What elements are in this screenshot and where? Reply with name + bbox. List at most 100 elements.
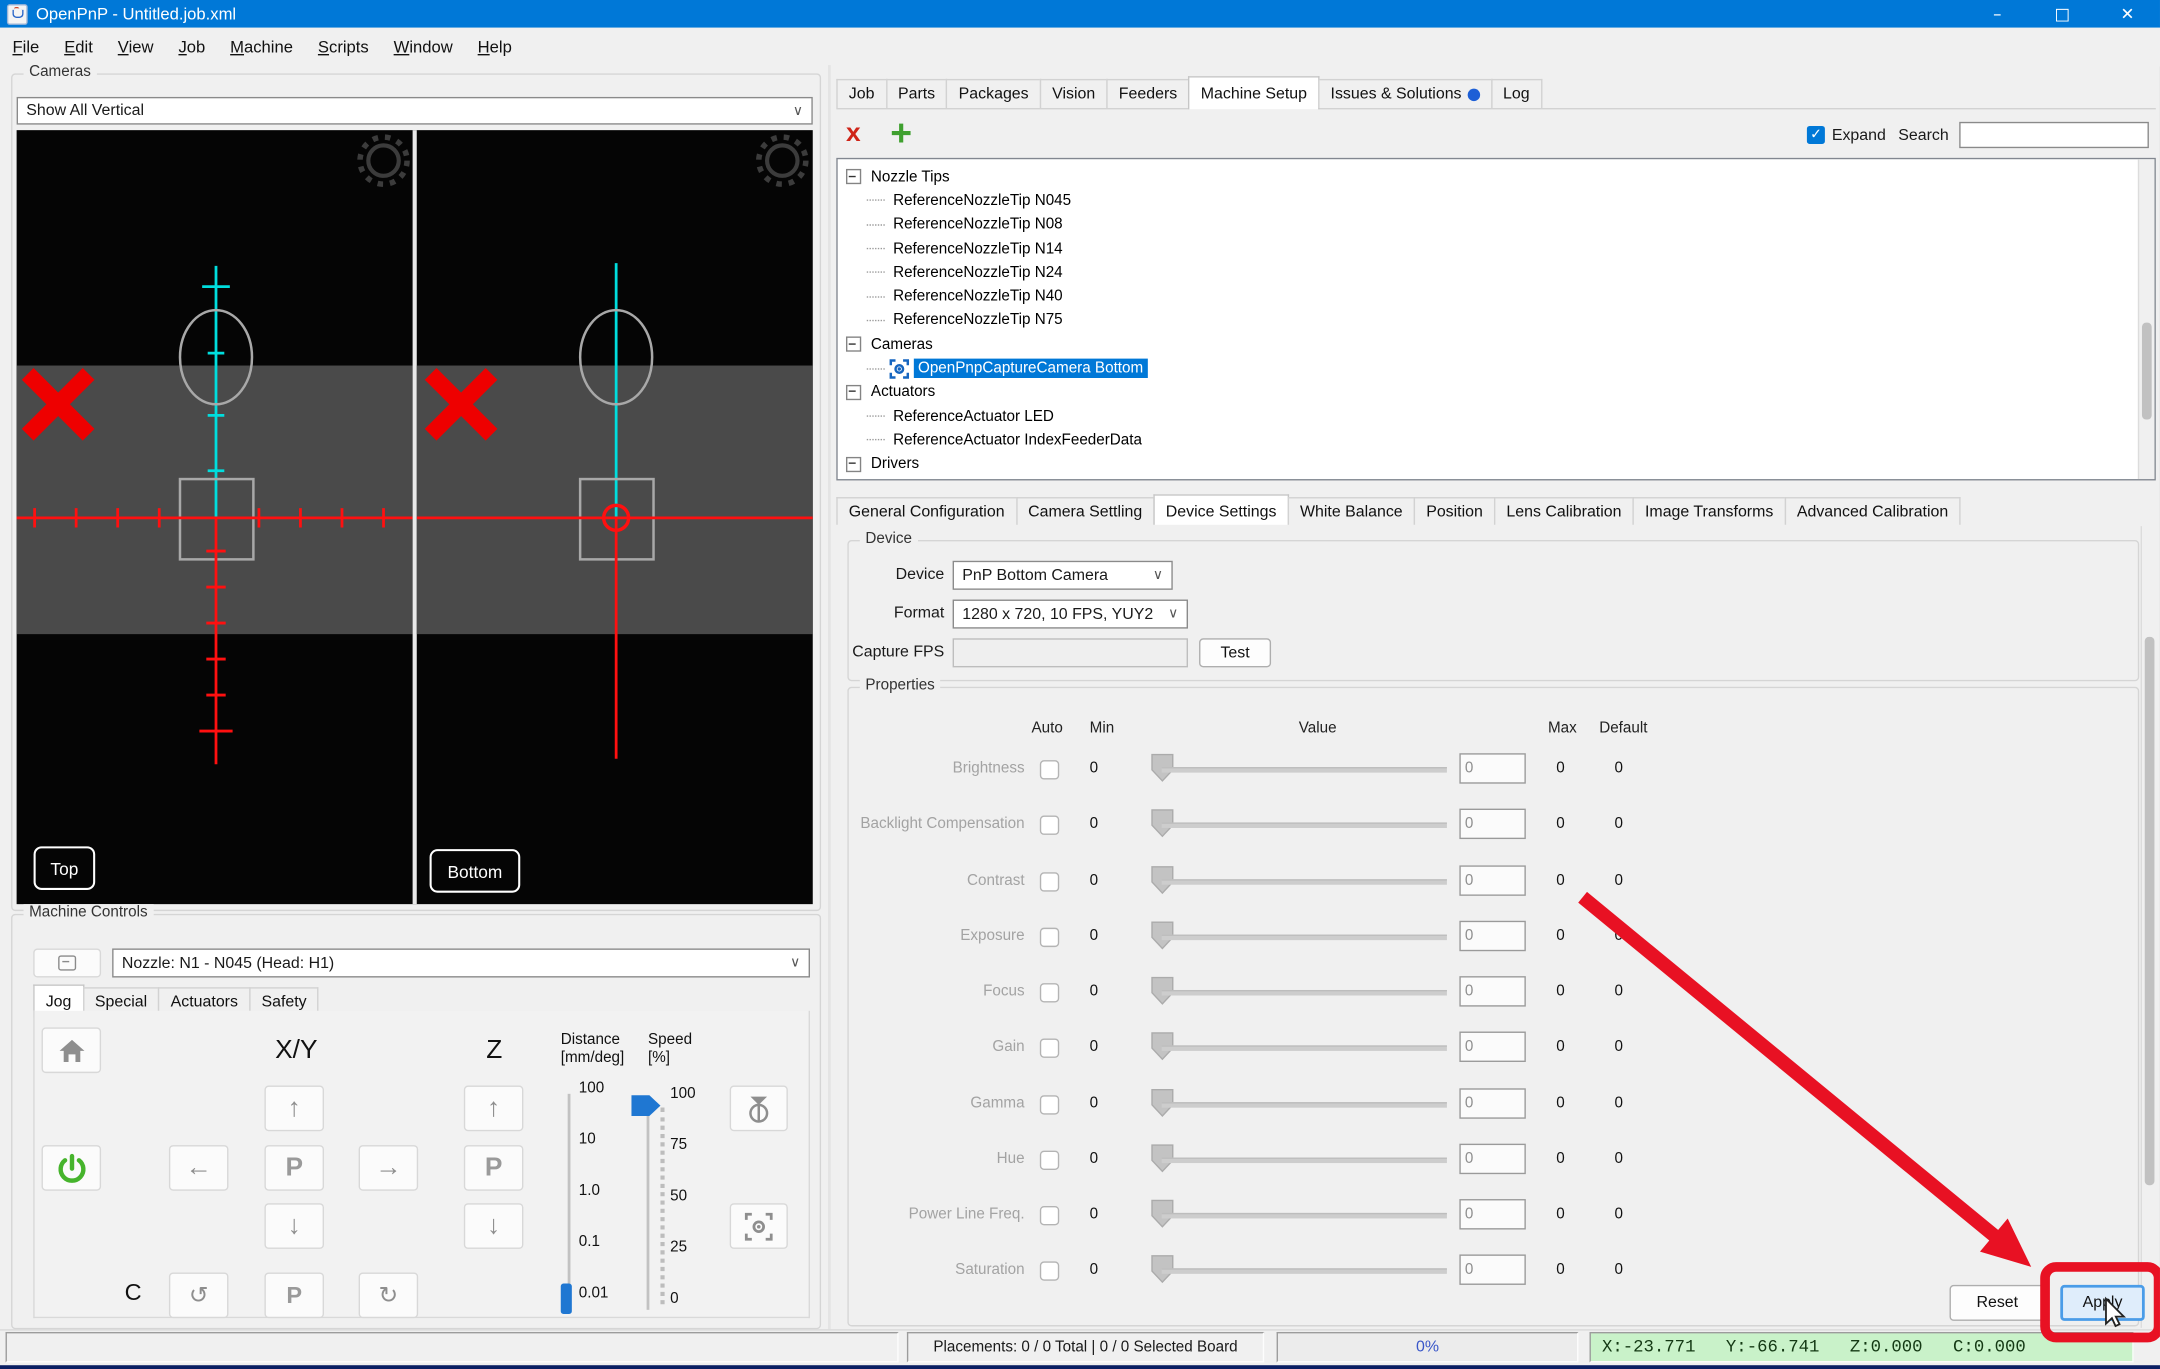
tree-item-drivers[interactable]: Drivers: [838, 452, 2155, 476]
menu-help[interactable]: Help: [465, 33, 524, 61]
jog-z-minus-button[interactable]: ↓: [463, 1203, 524, 1249]
park-c-button[interactable]: P: [264, 1272, 324, 1319]
value-input[interactable]: 0: [1459, 1088, 1526, 1119]
tab-lens-calibration[interactable]: Lens Calibration: [1493, 497, 1634, 527]
apply-button[interactable]: Apply: [2060, 1284, 2145, 1321]
value-input[interactable]: 0: [1459, 1199, 1526, 1230]
menu-edit[interactable]: Edit: [52, 33, 106, 61]
collapse-controls-button[interactable]: [33, 948, 102, 978]
tree-item-actuators[interactable]: Actuators: [838, 380, 2155, 404]
tab-parts[interactable]: Parts: [885, 78, 948, 108]
search-input[interactable]: [1959, 121, 2149, 149]
capture-fps-input[interactable]: [952, 638, 1188, 668]
auto-checkbox[interactable]: [1039, 1205, 1060, 1226]
tab-packages[interactable]: Packages: [946, 78, 1042, 108]
tree-expander-icon[interactable]: [845, 384, 862, 400]
menu-window[interactable]: Window: [381, 33, 465, 61]
tab-feeders[interactable]: Feeders: [1106, 78, 1190, 108]
home-button[interactable]: [41, 1027, 102, 1074]
tree-item-referencenozzletip-n75[interactable]: ReferenceNozzleTip N75: [838, 308, 2155, 332]
speed-slider-thumb[interactable]: [631, 1094, 661, 1118]
auto-checkbox[interactable]: [1039, 1095, 1060, 1115]
tab-general-configuration[interactable]: General Configuration: [836, 497, 1018, 527]
tree-expander-icon[interactable]: [845, 169, 862, 185]
auto-checkbox[interactable]: [1039, 1038, 1060, 1058]
config-scrollbar-thumb[interactable]: [2144, 636, 2155, 1186]
park-xy-button[interactable]: P: [264, 1145, 324, 1191]
device-selector[interactable]: PnP Bottom Camera ∨: [952, 560, 1173, 590]
test-button[interactable]: Test: [1199, 638, 1272, 668]
value-input[interactable]: 0: [1459, 1031, 1526, 1062]
value-input[interactable]: 0: [1459, 1143, 1526, 1175]
slider-track[interactable]: [1161, 1268, 1447, 1274]
tab-vision[interactable]: Vision: [1039, 78, 1108, 108]
tab-image-transforms[interactable]: Image Transforms: [1632, 497, 1786, 527]
format-selector[interactable]: 1280 x 720, 10 FPS, YUY2 ∨: [952, 599, 1188, 629]
tree-item-referenceactuator-led[interactable]: ReferenceActuator LED: [838, 404, 2155, 428]
config-scrollbar[interactable]: [2140, 526, 2158, 1328]
menu-view[interactable]: View: [105, 33, 166, 61]
slider-track[interactable]: [1161, 989, 1447, 996]
minimize-button[interactable]: –: [1965, 0, 2030, 28]
slider-track[interactable]: [1161, 1102, 1447, 1108]
distance-slider-track[interactable]: [567, 1093, 571, 1313]
auto-checkbox[interactable]: [1039, 983, 1060, 1003]
menu-file[interactable]: File: [0, 33, 52, 61]
tree-scrollbar[interactable]: [2137, 159, 2155, 480]
jog-x-minus-button[interactable]: ←: [168, 1145, 229, 1191]
position-tool-button[interactable]: [729, 1085, 788, 1132]
jog-x-plus-button[interactable]: →: [358, 1145, 419, 1191]
slider-track[interactable]: [1161, 934, 1447, 941]
position-camera-button[interactable]: [729, 1203, 788, 1249]
auto-checkbox[interactable]: [1039, 1150, 1060, 1170]
camera-feed-top[interactable]: Top: [16, 130, 413, 904]
slider-track[interactable]: [1161, 822, 1447, 828]
light-toggle-icon[interactable]: [755, 134, 809, 187]
tree-item-referencenozzletip-n14[interactable]: ReferenceNozzleTip N14: [838, 237, 2155, 261]
jog-y-minus-button[interactable]: ↓: [264, 1203, 324, 1249]
tree-scrollbar-thumb[interactable]: [2141, 322, 2152, 420]
nozzle-selector[interactable]: Nozzle: N1 - N045 (Head: H1) ∨: [112, 948, 810, 978]
value-input[interactable]: 0: [1459, 1254, 1526, 1285]
menu-job[interactable]: Job: [166, 33, 218, 61]
menu-scripts[interactable]: Scripts: [305, 33, 381, 61]
tab-white-balance[interactable]: White Balance: [1287, 497, 1416, 527]
rotate-cw-button[interactable]: ↻: [358, 1272, 419, 1319]
tab-log[interactable]: Log: [1490, 78, 1543, 108]
tab-device-settings[interactable]: Device Settings: [1153, 494, 1289, 528]
slider-track[interactable]: [1161, 1157, 1447, 1164]
slider-track[interactable]: [1161, 879, 1447, 885]
tree-item-referencenozzletip-n08[interactable]: ReferenceNozzleTip N08: [838, 213, 2155, 237]
maximize-button[interactable]: □: [2030, 0, 2095, 28]
menu-machine[interactable]: Machine: [218, 33, 306, 61]
value-input[interactable]: 0: [1459, 865, 1526, 896]
slider-track[interactable]: [1161, 767, 1447, 773]
add-node-button[interactable]: +: [890, 112, 912, 155]
tab-advanced-calibration[interactable]: Advanced Calibration: [1784, 497, 1961, 527]
value-input[interactable]: 0: [1459, 753, 1526, 784]
tree-expander-icon[interactable]: [845, 456, 862, 472]
tab-job[interactable]: Job: [836, 78, 887, 108]
auto-checkbox[interactable]: [1039, 1261, 1060, 1281]
tree-item-referencenozzletip-n24[interactable]: ReferenceNozzleTip N24: [838, 261, 2155, 285]
jog-y-plus-button[interactable]: ↑: [264, 1085, 324, 1132]
tree-item-nozzle-tips[interactable]: Nozzle Tips: [838, 165, 2155, 189]
auto-checkbox[interactable]: [1039, 815, 1060, 835]
tab-issues-solutions[interactable]: Issues & Solutions: [1318, 78, 1492, 108]
tab-machine-setup[interactable]: Machine Setup: [1188, 76, 1320, 110]
tree-item-referencenozzletip-n045[interactable]: ReferenceNozzleTip N045: [838, 189, 2155, 213]
camera-feed-bottom[interactable]: Bottom: [416, 130, 813, 904]
tree-item-openpnpcapturecamera-bottom[interactable]: OpenPnpCaptureCamera Bottom: [838, 356, 2155, 380]
slider-track[interactable]: [1161, 1212, 1447, 1219]
panel-divider[interactable]: [827, 65, 831, 1330]
slider-track[interactable]: [1161, 1045, 1447, 1051]
park-z-button[interactable]: P: [463, 1145, 524, 1191]
close-button[interactable]: ✕: [2095, 0, 2160, 28]
value-input[interactable]: 0: [1459, 920, 1526, 952]
auto-checkbox[interactable]: [1039, 872, 1060, 892]
distance-slider-thumb[interactable]: [560, 1283, 572, 1314]
value-input[interactable]: 0: [1459, 976, 1526, 1007]
light-toggle-icon[interactable]: [357, 134, 410, 187]
value-input[interactable]: 0: [1459, 808, 1526, 840]
auto-checkbox[interactable]: [1039, 927, 1060, 948]
